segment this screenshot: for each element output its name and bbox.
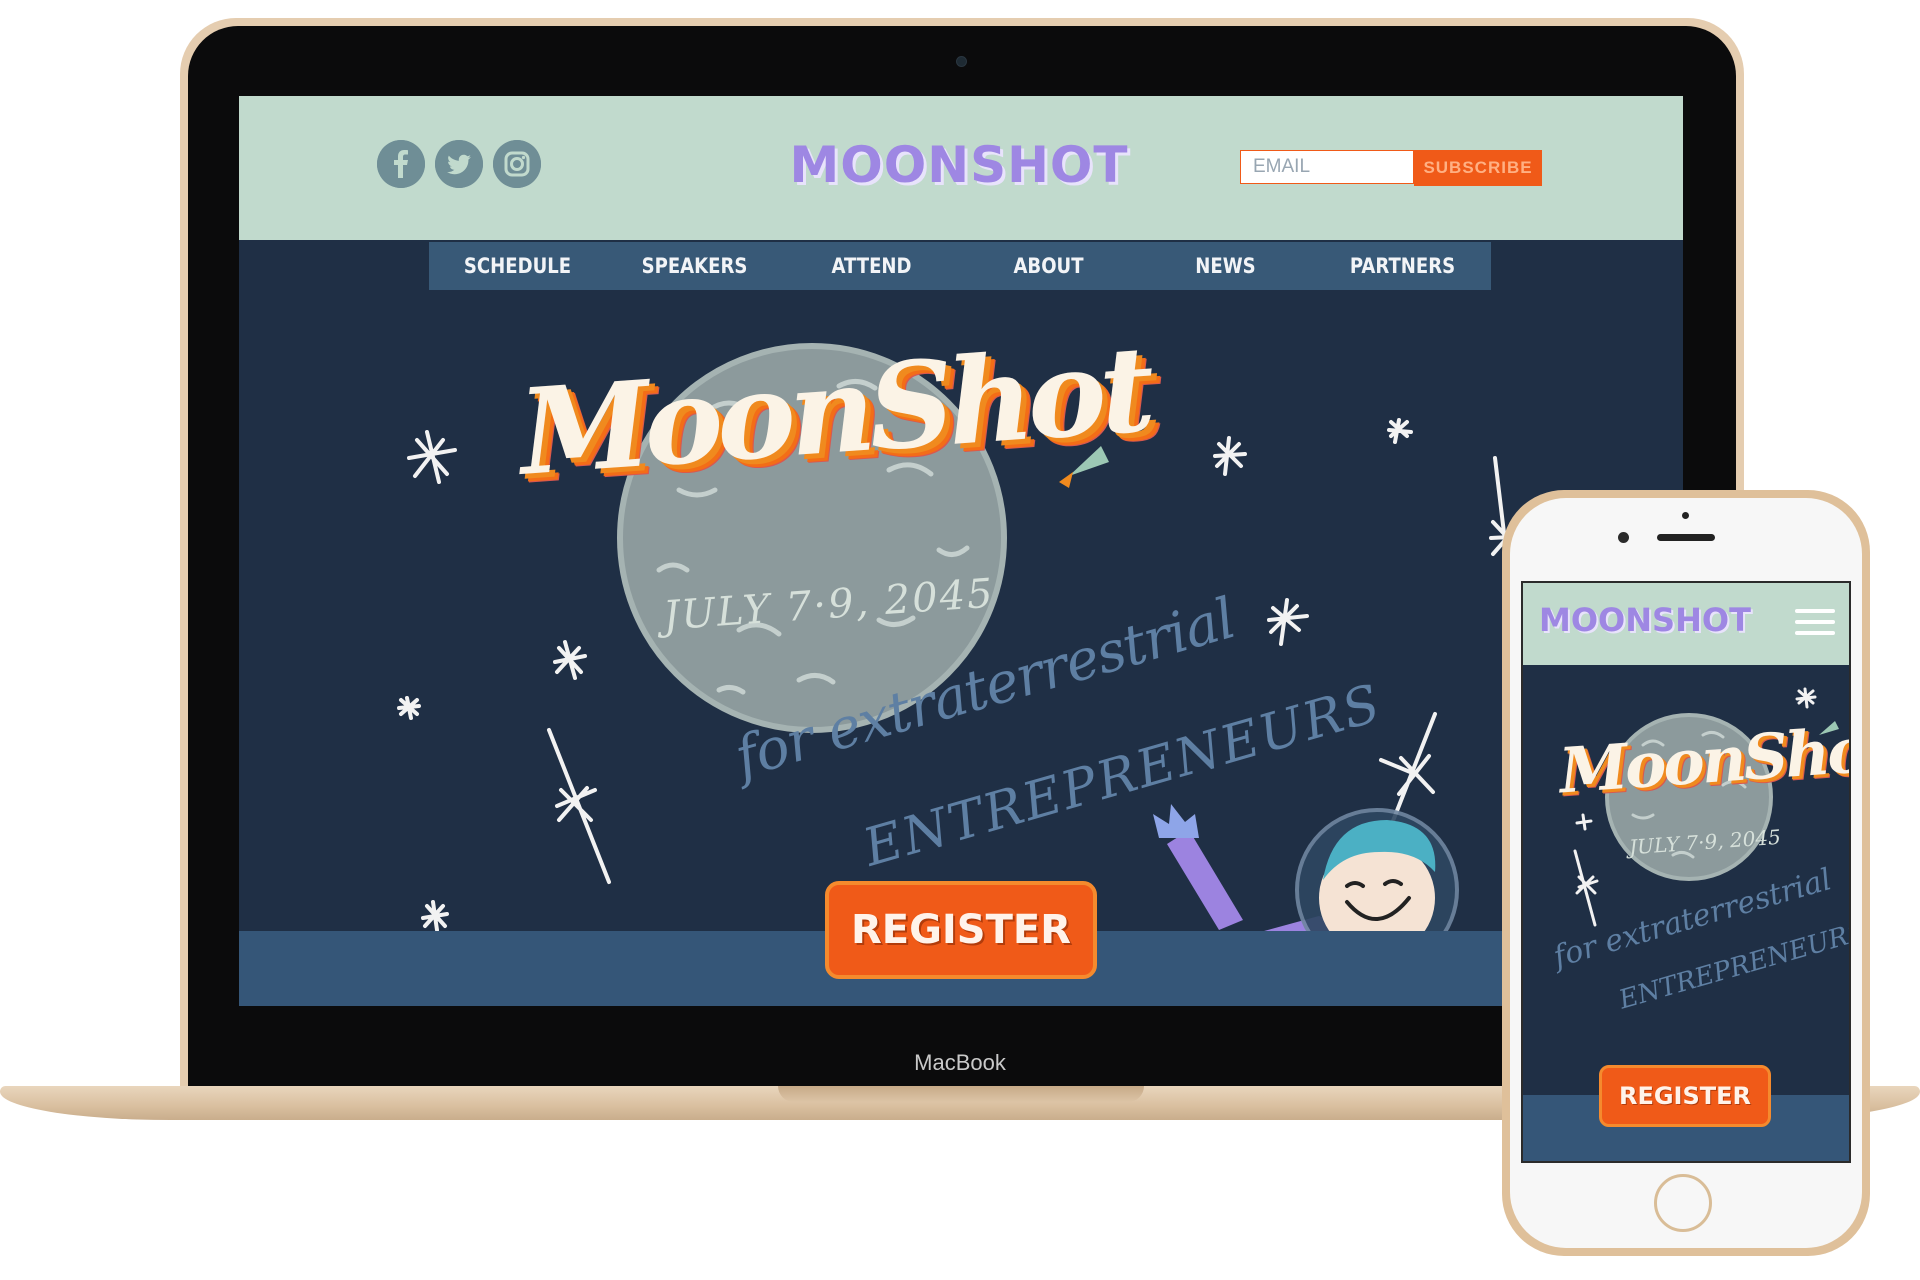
- email-input[interactable]: [1240, 150, 1414, 184]
- mobile-register-button[interactable]: REGISTER: [1599, 1065, 1771, 1127]
- instagram-icon[interactable]: [493, 140, 541, 188]
- hamburger-menu-icon[interactable]: [1795, 609, 1835, 637]
- laptop-hinge-notch: [778, 1086, 1144, 1102]
- phone-speaker: [1657, 534, 1715, 541]
- facebook-icon[interactable]: [377, 140, 425, 188]
- phone-home-button[interactable]: [1654, 1174, 1712, 1232]
- phone-screen: MOONSHOT MoonShot JULY 7·9, 2045 for ext…: [1521, 581, 1851, 1163]
- phone-sensor-icon: [1682, 512, 1689, 519]
- register-button[interactable]: REGISTER: [825, 881, 1097, 979]
- twitter-icon[interactable]: [435, 140, 483, 188]
- nav-item-news[interactable]: NEWS: [1149, 242, 1301, 290]
- site-logo[interactable]: MOONSHOT: [719, 136, 1199, 194]
- phone-camera-icon: [1618, 532, 1629, 543]
- mobile-site-logo[interactable]: MOONSHOT: [1539, 601, 1751, 639]
- nav-item-about[interactable]: ABOUT: [972, 242, 1124, 290]
- nav-item-speakers[interactable]: SPEAKERS: [618, 242, 770, 290]
- main-nav: SCHEDULE SPEAKERS ATTEND ABOUT NEWS PART…: [429, 242, 1491, 290]
- nav-item-schedule[interactable]: SCHEDULE: [441, 242, 593, 290]
- laptop-screen: MOONSHOT SUBSCRIBE SCHEDULE SPEAKERS ATT…: [239, 96, 1683, 1006]
- camera-icon: [956, 56, 967, 67]
- nav-item-partners[interactable]: PARTNERS: [1326, 242, 1478, 290]
- nav-item-attend[interactable]: ATTEND: [795, 242, 947, 290]
- newsletter-form: SUBSCRIBE: [1240, 150, 1542, 186]
- subscribe-button[interactable]: SUBSCRIBE: [1414, 150, 1542, 186]
- site-header: MOONSHOT SUBSCRIBE: [239, 96, 1683, 240]
- device-label: MacBook: [914, 1050, 1006, 1075]
